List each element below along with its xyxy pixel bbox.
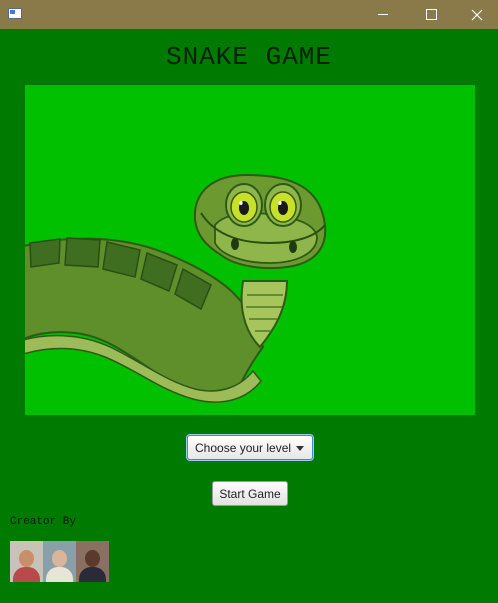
close-icon (471, 9, 483, 20)
creator-avatars (10, 541, 109, 582)
close-button[interactable] (454, 0, 498, 29)
avatar (10, 541, 43, 582)
avatar (76, 541, 109, 582)
start-game-button[interactable]: Start Game (212, 481, 288, 506)
level-select-value: Choose your level (195, 440, 292, 455)
game-title: SNAKE GAME (165, 42, 333, 72)
minimize-icon (378, 14, 388, 15)
window-titlebar (0, 0, 498, 29)
level-select-dropdown[interactable]: Choose your level (187, 435, 313, 460)
app-icon (8, 8, 22, 19)
snake-illustration (25, 173, 327, 403)
maximize-icon (425, 9, 437, 20)
creator-label: Creator By (10, 516, 77, 528)
minimize-button[interactable] (360, 0, 406, 29)
chevron-down-icon (296, 446, 304, 451)
game-area (25, 85, 475, 415)
avatar (43, 541, 76, 582)
maximize-button[interactable] (408, 0, 454, 29)
